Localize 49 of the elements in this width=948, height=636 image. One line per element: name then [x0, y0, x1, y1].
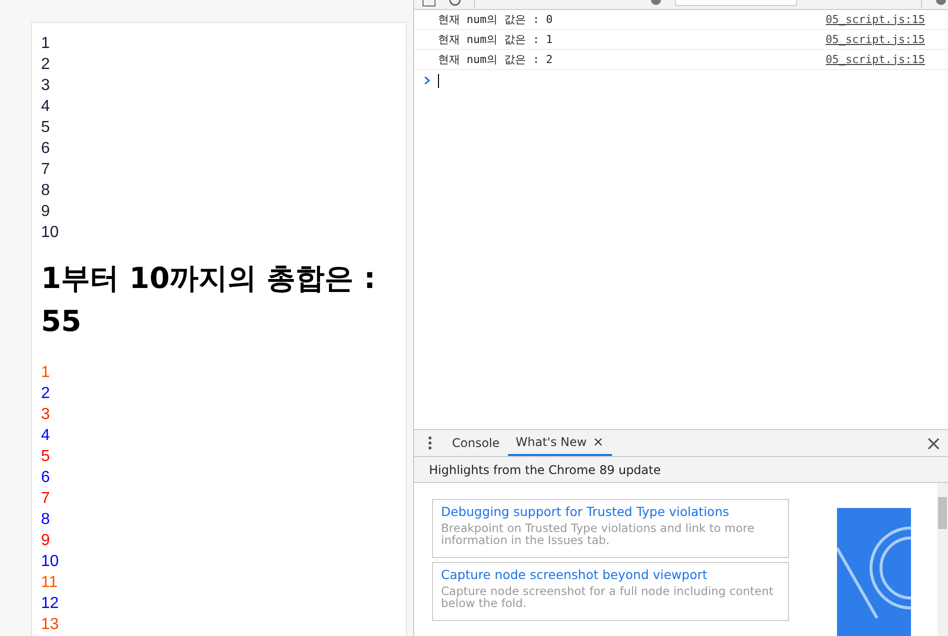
- log-message: 현재 num의 값은 : 2: [438, 52, 553, 67]
- card-description: Breakpoint on Trusted Type violations and link to more information in the Issues tab.: [441, 522, 756, 546]
- number-text: 9: [41, 202, 51, 222]
- close-button[interactable]: ×: [925, 431, 942, 455]
- number-text: 7: [41, 489, 51, 509]
- close-tab-button[interactable]: ×: [592, 434, 604, 450]
- number-text: 12: [41, 594, 60, 614]
- number-text: 5: [41, 447, 51, 467]
- number-text: 10: [41, 552, 60, 572]
- highlights-header: Highlights from the Chrome 89 update: [414, 457, 948, 483]
- number-text: 4: [41, 426, 51, 446]
- number-text: 1: [41, 34, 51, 54]
- card-description: Capture node screenshot for a full node including content below the fold.: [441, 585, 774, 609]
- number-text: 5: [41, 118, 51, 138]
- number-text: 4: [41, 97, 51, 117]
- log-message: 현재 num의 값은 : 0: [438, 12, 553, 27]
- sidebar-icon[interactable]: [422, 0, 436, 8]
- number-text: 2: [41, 384, 51, 404]
- number-text: 3: [41, 405, 51, 425]
- number-text: 13: [41, 615, 60, 635]
- number-text: 9: [41, 531, 51, 551]
- number-text: 6: [41, 468, 51, 488]
- card-title: Debugging support for Trusted Type violations: [441, 504, 730, 520]
- source-link[interactable]: 05_script.js:15: [826, 52, 925, 66]
- number-text: 1: [41, 363, 51, 383]
- feature-card[interactable]: Capture node screenshot beyond viewport Capture node screenshot for a full node including content below the fold.: [432, 562, 789, 621]
- drawer-tab[interactable]: Console: [444, 430, 508, 456]
- number-text: 2: [41, 55, 51, 75]
- prompt-icon: [424, 76, 431, 86]
- number-text: 11: [41, 573, 59, 593]
- clear-icon[interactable]: [448, 0, 462, 8]
- number-text: 8: [41, 510, 51, 530]
- text-cursor[interactable]: [438, 74, 439, 88]
- card-title: Capture node screenshot beyond viewport: [441, 567, 708, 583]
- tab-label: What's New: [516, 435, 587, 449]
- number-text: 8: [41, 181, 51, 201]
- source-link[interactable]: 05_script.js:15: [826, 32, 925, 46]
- filter-field[interactable]: [675, 0, 797, 6]
- log-message: 현재 num의 값은 : 1: [438, 32, 553, 47]
- source-link[interactable]: 05_script.js:15: [826, 12, 925, 26]
- scrollbar[interactable]: [937, 483, 948, 636]
- number-text: 3: [41, 76, 51, 96]
- tab-label: Console: [452, 436, 500, 450]
- more-icon[interactable]: [428, 436, 432, 450]
- feature-card[interactable]: Debugging support for Trusted Type violations Breakpoint on Trusted Type violations and link to more information in the Issues tab.: [432, 499, 789, 558]
- number-text: 6: [41, 139, 51, 159]
- number-text: 10: [41, 223, 60, 243]
- sum-heading: 1부터 10까지의 총합은 : 55: [41, 260, 376, 340]
- number-text: 7: [41, 160, 51, 180]
